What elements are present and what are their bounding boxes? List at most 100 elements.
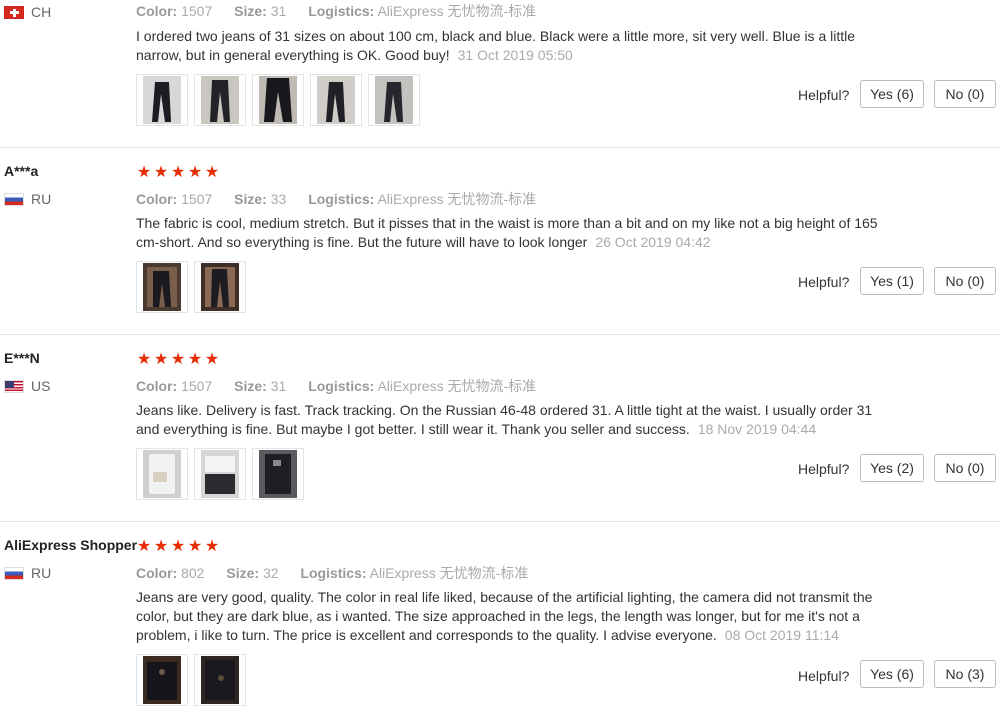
jeans-photo-1 — [143, 76, 181, 124]
review-item: CH Color: 1507 Size: 31 Logistics: AliEx… — [0, 0, 1000, 148]
jeans-photo-2 — [201, 656, 239, 704]
review-photo-thumbnail[interactable] — [136, 74, 188, 126]
review-photo-thumbnail[interactable] — [136, 448, 188, 500]
helpful-no-button[interactable]: No (3) — [934, 660, 996, 688]
star-icon: ★ — [187, 538, 203, 555]
helpful-yes-button[interactable]: Yes (6) — [860, 660, 924, 688]
star-icon: ★ — [153, 538, 169, 555]
review-attributes: Color: 1507 Size: 31 Logistics: AliExpre… — [136, 378, 537, 394]
star-icon: ★ — [204, 351, 220, 368]
review-photos — [136, 74, 420, 126]
color-value: 1507 — [181, 378, 213, 394]
review-item: E***N US ★ ★ ★ ★ ★ Color: 1507 Size: 31 … — [0, 335, 1000, 522]
review-text: The fabric is cool, medium stretch. But … — [136, 215, 878, 250]
star-icon: ★ — [204, 538, 220, 555]
logistics-value: AliExpress 无忧物流-标准 — [377, 378, 537, 394]
size-value: 31 — [270, 378, 287, 394]
country-code: US — [31, 378, 51, 394]
star-rating: ★ ★ ★ ★ ★ — [136, 539, 220, 555]
review-item: AliExpress Shopper RU ★ ★ ★ ★ ★ Color: 8… — [0, 522, 1000, 712]
buyer-name: AliExpress Shopper — [4, 537, 138, 553]
review-date: 18 Nov 2019 04:44 — [697, 421, 817, 437]
color-value: 1507 — [181, 3, 213, 19]
helpful-no-button[interactable]: No (0) — [934, 80, 996, 108]
switzerland-flag-icon — [4, 5, 24, 19]
buyer-country: RU — [4, 565, 51, 581]
star-icon: ★ — [136, 164, 152, 181]
star-icon: ★ — [187, 351, 203, 368]
jeans-photo-5 — [375, 76, 413, 124]
star-icon: ★ — [204, 164, 220, 181]
review-date: 31 Oct 2019 05:50 — [457, 47, 573, 63]
country-code: RU — [31, 565, 52, 581]
size-value: 32 — [262, 565, 279, 581]
star-icon: ★ — [170, 351, 186, 368]
russia-flag-icon — [4, 566, 24, 580]
helpful-label: Helpful? — [798, 668, 850, 684]
review-photo-thumbnail[interactable] — [194, 261, 246, 313]
buyer-country: RU — [4, 191, 51, 207]
color-value: 802 — [181, 565, 205, 581]
country-code: CH — [31, 4, 52, 20]
star-icon: ★ — [153, 351, 169, 368]
logistics-value: AliExpress 无忧物流-标准 — [377, 191, 537, 207]
review-text: Jeans like. Delivery is fast. Track trac… — [136, 402, 873, 437]
review-photo-thumbnail[interactable] — [252, 448, 304, 500]
jeans-photo-2 — [201, 76, 239, 124]
jeans-photo-2 — [201, 263, 239, 311]
buyer-country: CH — [4, 4, 51, 20]
helpful-label: Helpful? — [798, 274, 850, 290]
review-photo-thumbnail[interactable] — [194, 654, 246, 706]
review-item: A***a RU ★ ★ ★ ★ ★ Color: 1507 Size: 33 … — [0, 148, 1000, 335]
review-date: 08 Oct 2019 11:14 — [724, 627, 839, 643]
star-rating: ★ ★ ★ ★ ★ — [136, 165, 220, 181]
review-photo-thumbnail[interactable] — [194, 448, 246, 500]
logistics-value: AliExpress 无忧物流-标准 — [377, 3, 537, 19]
star-icon: ★ — [187, 164, 203, 181]
jeans-photo-1 — [143, 656, 181, 704]
helpful-yes-button[interactable]: Yes (6) — [860, 80, 924, 108]
size-value: 33 — [270, 191, 287, 207]
logistics-value: AliExpress 无忧物流-标准 — [369, 565, 529, 581]
size-value: 31 — [270, 3, 287, 19]
review-attributes: Color: 1507 Size: 33 Logistics: AliExpre… — [136, 191, 537, 207]
color-value: 1507 — [181, 191, 213, 207]
review-photo-thumbnail[interactable] — [136, 261, 188, 313]
star-icon: ★ — [170, 164, 186, 181]
package-photo-1 — [143, 450, 181, 498]
buyer-name: A***a — [4, 163, 39, 179]
jeans-photo-4 — [317, 76, 355, 124]
review-photo-thumbnail[interactable] — [194, 74, 246, 126]
jeans-photo-1 — [143, 263, 181, 311]
helpful-no-button[interactable]: No (0) — [934, 267, 996, 295]
review-photos — [136, 261, 246, 313]
helpful-label: Helpful? — [798, 87, 850, 103]
buyer-name: E***N — [4, 350, 40, 366]
package-photo-3 — [259, 450, 297, 498]
star-icon: ★ — [136, 351, 152, 368]
usa-flag-icon — [4, 379, 24, 393]
review-attributes: Color: 802 Size: 32 Logistics: AliExpres… — [136, 565, 529, 581]
helpful-no-button[interactable]: No (0) — [934, 454, 996, 482]
review-photo-thumbnail[interactable] — [368, 74, 420, 126]
review-photo-thumbnail[interactable] — [310, 74, 362, 126]
review-date: 26 Oct 2019 04:42 — [595, 234, 711, 250]
star-rating: ★ ★ ★ ★ ★ — [136, 352, 220, 368]
review-photos — [136, 448, 304, 500]
helpful-label: Helpful? — [798, 461, 850, 477]
review-photo-thumbnail[interactable] — [136, 654, 188, 706]
russia-flag-icon — [4, 192, 24, 206]
star-icon: ★ — [153, 164, 169, 181]
review-text: Jeans are very good, quality. The color … — [136, 589, 873, 643]
buyer-country: US — [4, 378, 50, 394]
review-attributes: Color: 1507 Size: 31 Logistics: AliExpre… — [136, 3, 537, 19]
review-photos — [136, 654, 246, 706]
review-photo-thumbnail[interactable] — [252, 74, 304, 126]
helpful-yes-button[interactable]: Yes (1) — [860, 267, 924, 295]
star-icon: ★ — [170, 538, 186, 555]
package-photo-2 — [201, 450, 239, 498]
helpful-yes-button[interactable]: Yes (2) — [860, 454, 924, 482]
country-code: RU — [31, 191, 52, 207]
review-text: I ordered two jeans of 31 sizes on about… — [136, 28, 856, 63]
jeans-photo-3 — [259, 76, 297, 124]
